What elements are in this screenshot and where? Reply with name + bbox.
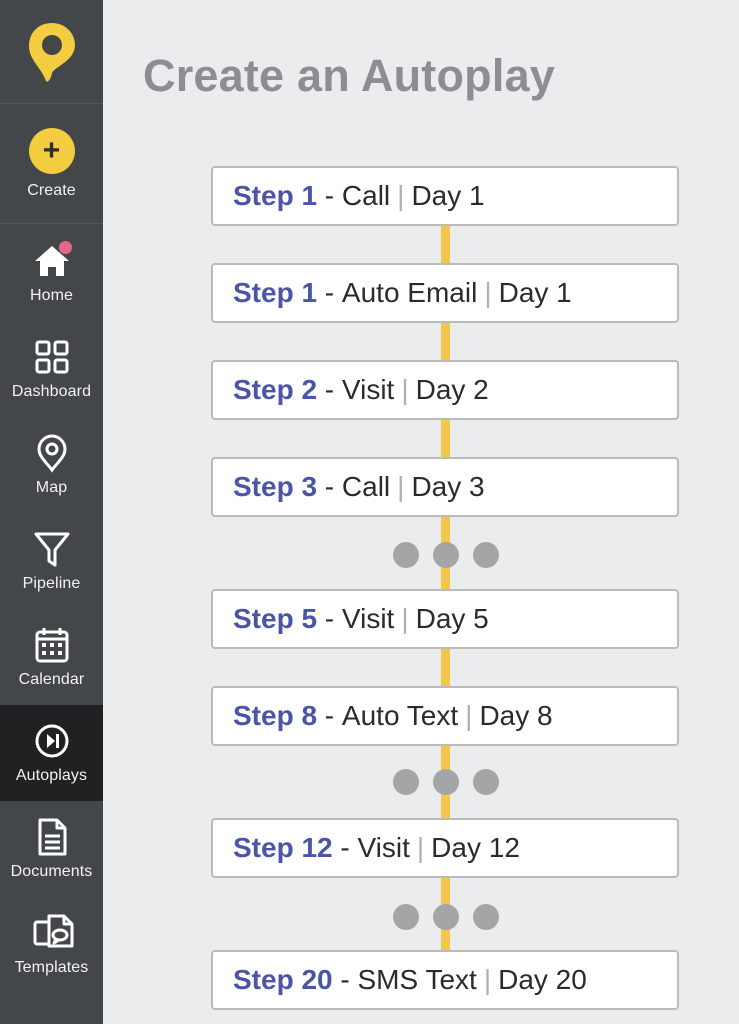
step-action: Auto Email xyxy=(341,277,478,308)
more-steps-indicator[interactable] xyxy=(393,542,499,568)
dot xyxy=(473,769,499,795)
step-card[interactable]: Step 12 - Visit | Day 12 xyxy=(211,818,679,878)
sidebar-item-home[interactable]: Home xyxy=(0,225,103,321)
separator: | xyxy=(397,180,405,211)
separator: | xyxy=(397,471,405,502)
logo-pin-icon xyxy=(28,22,75,82)
step-name: Step 20 xyxy=(233,964,333,995)
sidebar-item-label: Dashboard xyxy=(11,383,92,400)
home-icon xyxy=(32,241,72,281)
step-name: Step 3 xyxy=(233,471,318,502)
more-steps-indicator[interactable] xyxy=(393,904,499,930)
sidebar-item-label: Pipeline xyxy=(22,575,81,592)
step-connector xyxy=(441,420,450,458)
sidebar-item-documents[interactable]: Documents xyxy=(0,801,103,897)
step-connector xyxy=(441,226,450,264)
step-name: Step 12 xyxy=(233,832,333,863)
step-card[interactable]: Step 5 - Visit | Day 5 xyxy=(211,589,679,649)
map-pin-icon xyxy=(32,433,72,473)
sidebar-item-label: Autoplays xyxy=(15,767,88,784)
step-name: Step 8 xyxy=(233,700,318,731)
sidebar-item-autoplays[interactable]: Autoplays xyxy=(0,705,103,801)
dot xyxy=(433,904,459,930)
step-action: SMS Text xyxy=(357,964,477,995)
create-button[interactable]: + Create xyxy=(0,105,103,224)
separator: | xyxy=(465,700,473,731)
templates-icon xyxy=(32,913,73,953)
step-connector xyxy=(441,323,450,361)
sidebar-item-templates[interactable]: Templates xyxy=(0,897,103,993)
sidebar-item-label: Map xyxy=(35,479,68,496)
dot xyxy=(433,542,459,568)
step-card[interactable]: Step 1 - Auto Email | Day 1 xyxy=(211,263,679,323)
step-card[interactable]: Step 8 - Auto Text | Day 8 xyxy=(211,686,679,746)
dot xyxy=(473,542,499,568)
sidebar-item-dashboard[interactable]: Dashboard xyxy=(0,321,103,417)
separator: | xyxy=(483,964,492,995)
step-day: Day 8 xyxy=(479,700,553,731)
step-name: Step 1 xyxy=(233,277,318,308)
step-card[interactable]: Step 2 - Visit | Day 2 xyxy=(211,360,679,420)
step-action: Call xyxy=(341,180,391,211)
dot xyxy=(393,904,419,930)
play-next-icon xyxy=(32,721,72,761)
plus-icon: + xyxy=(28,128,75,174)
page-title: Create an Autoplay xyxy=(143,50,556,101)
step-action: Auto Text xyxy=(341,700,459,731)
separator: | xyxy=(484,277,492,308)
step-day: Day 2 xyxy=(415,374,489,405)
step-name: Step 1 xyxy=(233,180,318,211)
logo[interactable] xyxy=(0,0,103,104)
step-day: Day 3 xyxy=(411,471,485,502)
sidebar-item-calendar[interactable]: Calendar xyxy=(0,609,103,705)
step-card[interactable]: Step 20 - SMS Text | Day 20 xyxy=(211,950,679,1010)
sidebar-item-label: Templates xyxy=(14,959,89,976)
step-card[interactable]: Step 1 - Call | Day 1 xyxy=(211,166,679,226)
step-action: Visit xyxy=(341,374,395,405)
dot xyxy=(473,904,499,930)
dot xyxy=(433,769,459,795)
sidebar: + Create Home Dashboard Map Pipeline Cal… xyxy=(0,0,103,1024)
step-action: Visit xyxy=(341,603,395,634)
step-day: Day 20 xyxy=(498,964,587,995)
separator: | xyxy=(416,832,425,863)
sidebar-item-pipeline[interactable]: Pipeline xyxy=(0,513,103,609)
step-day: Day 1 xyxy=(498,277,572,308)
step-day: Day 1 xyxy=(411,180,485,211)
step-name: Step 5 xyxy=(233,603,318,634)
sidebar-item-label: Home xyxy=(29,287,74,304)
step-day: Day 12 xyxy=(431,832,520,863)
funnel-icon xyxy=(32,529,72,569)
sidebar-item-label: Calendar xyxy=(18,671,85,688)
step-action: Visit xyxy=(357,832,410,863)
create-label: Create xyxy=(27,182,76,199)
more-steps-indicator[interactable] xyxy=(393,769,499,795)
notification-dot xyxy=(58,241,72,254)
calendar-icon xyxy=(32,625,72,665)
sidebar-item-map[interactable]: Map xyxy=(0,417,103,513)
step-connector xyxy=(441,649,450,687)
step-action: Call xyxy=(341,471,391,502)
grid-icon xyxy=(32,337,72,377)
step-day: Day 5 xyxy=(415,603,489,634)
dot xyxy=(393,769,419,795)
dot xyxy=(393,542,419,568)
step-name: Step 2 xyxy=(233,374,318,405)
separator: | xyxy=(401,603,409,634)
step-card[interactable]: Step 3 - Call | Day 3 xyxy=(211,457,679,517)
sidebar-item-label: Documents xyxy=(10,863,93,880)
separator: | xyxy=(401,374,409,405)
document-icon xyxy=(32,817,72,857)
